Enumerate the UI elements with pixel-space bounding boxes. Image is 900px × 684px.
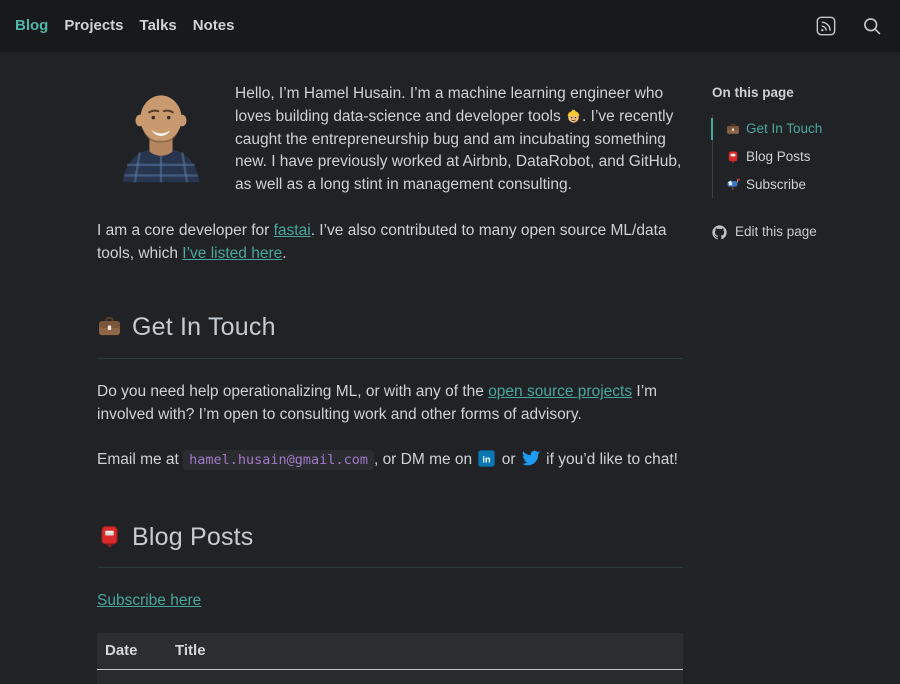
email-address[interactable]: hamel.husain@gmail.com <box>183 450 374 470</box>
toc-item-subscribe[interactable]: Subscribe <box>713 171 894 199</box>
twitter-icon[interactable] <box>522 449 540 475</box>
on-this-page-sidebar: On this page Get In Touch Blog Posts Sub… <box>712 83 894 242</box>
listed-here-link[interactable]: I’ve listed here <box>182 245 282 262</box>
subscribe-paragraph: Subscribe here <box>97 590 683 613</box>
mailbox-emoji <box>726 177 740 191</box>
get-in-touch-section: Get In Touch Do you need help operationa… <box>97 309 683 474</box>
core-dev-paragraph: I am a core developer for fastai. I’ve a… <box>97 220 683 266</box>
blog-posts-table: Date Title 1/16/23 Why Should ML Enginee… <box>97 633 683 684</box>
email-paragraph: Email me at hamel.husain@gmail.com, or D… <box>97 449 683 475</box>
post-date: 1/16/23 <box>97 670 167 684</box>
briefcase-emoji <box>726 122 740 136</box>
toc-item-get-in-touch[interactable]: Get In Touch <box>713 115 894 143</box>
postbox-emoji <box>726 150 740 164</box>
edit-this-page-link[interactable]: Edit this page <box>712 222 894 242</box>
nav-item-projects[interactable]: Projects <box>64 15 123 37</box>
navbar: Blog Projects Talks Notes <box>0 0 900 52</box>
fastai-link[interactable]: fastai <box>274 222 311 239</box>
rss-icon[interactable] <box>816 16 836 36</box>
open-source-projects-link[interactable]: open source projects <box>488 383 632 400</box>
toc-list: Get In Touch Blog Posts Subscribe <box>712 115 894 199</box>
blog-posts-heading: Blog Posts <box>97 519 683 569</box>
get-in-touch-heading: Get In Touch <box>97 309 683 359</box>
search-icon[interactable] <box>862 16 882 36</box>
linkedin-icon[interactable]: in <box>478 450 495 475</box>
blog-posts-section: Blog Posts Subscribe here Date Title 1/1… <box>97 519 683 684</box>
toc-item-blog-posts[interactable]: Blog Posts <box>713 143 894 171</box>
nav-links: Blog Projects Talks Notes <box>15 15 234 37</box>
nav-item-notes[interactable]: Notes <box>193 15 235 37</box>
nav-item-blog[interactable]: Blog <box>15 15 48 37</box>
svg-text:in: in <box>483 454 492 464</box>
construction-worker-emoji <box>565 107 582 124</box>
subscribe-here-link[interactable]: Subscribe here <box>97 592 201 609</box>
table-header-date: Date <box>97 633 167 670</box>
github-icon <box>712 225 727 240</box>
briefcase-emoji <box>97 314 122 339</box>
intro-section: Hello, I’m Hamel Husain. I’m a machine l… <box>97 83 683 197</box>
consulting-paragraph: Do you need help operationalizing ML, or… <box>97 381 683 427</box>
avatar <box>107 85 215 183</box>
nav-item-talks[interactable]: Talks <box>140 15 177 37</box>
main-content: Hello, I’m Hamel Husain. I’m a machine l… <box>97 83 683 684</box>
toc-title: On this page <box>712 83 894 103</box>
postbox-emoji <box>97 524 122 549</box>
table-header-title: Title <box>167 633 683 670</box>
table-row: 1/16/23 Why Should ML Engineers Learn Ku… <box>97 670 683 684</box>
